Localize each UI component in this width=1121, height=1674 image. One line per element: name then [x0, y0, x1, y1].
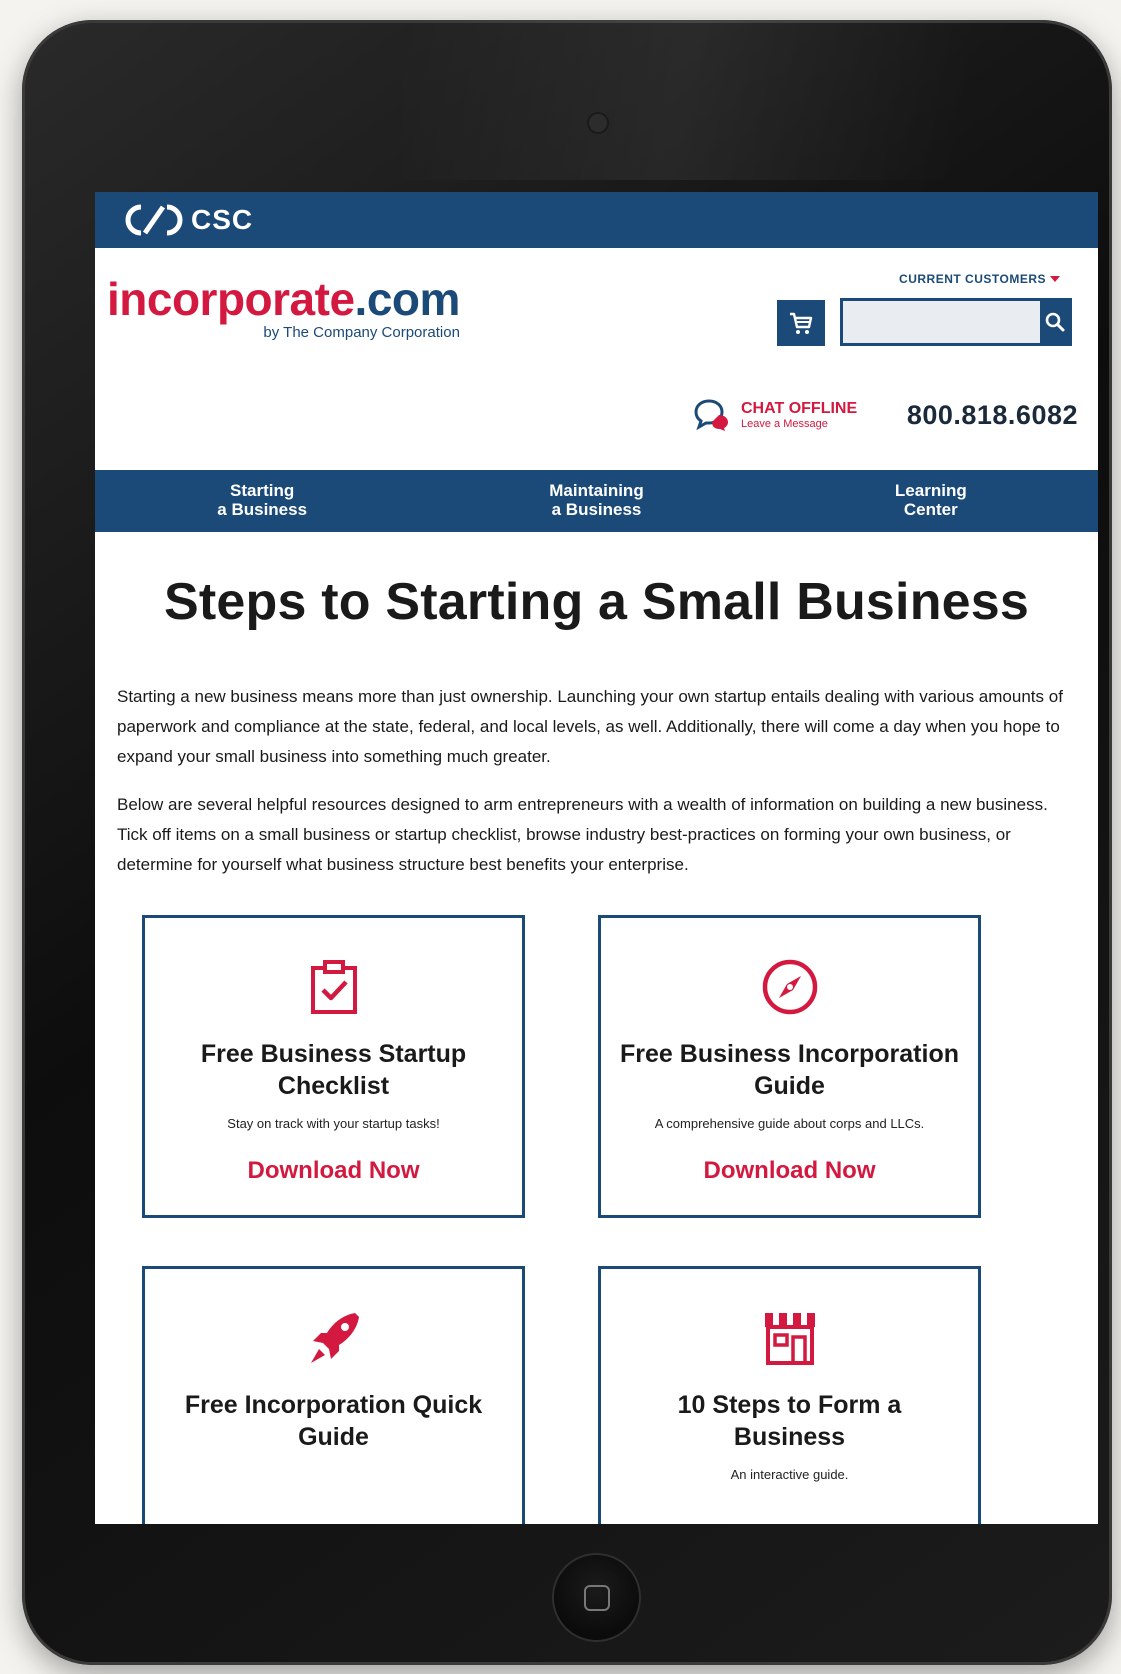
nav-item-maintaining-a-business[interactable]: Maintaining a Business	[429, 481, 763, 519]
nav-item-starting-a-business[interactable]: Starting a Business	[95, 481, 429, 519]
phone-number[interactable]: 800.818.6082	[907, 400, 1078, 431]
brand-tagline: by The Company Corporation	[263, 324, 460, 341]
card-description: Stay on track with your startup tasks!	[227, 1116, 440, 1131]
card-incorporation-guide[interactable]: Free Business Incorporation Guide A comp…	[598, 915, 981, 1218]
card-startup-checklist[interactable]: Free Business Startup Checklist Stay on …	[142, 915, 525, 1218]
csc-logo[interactable]: CSC	[123, 203, 253, 237]
tablet-sheen	[402, 20, 1102, 180]
site-header: incorporate.com by The Company Corporati…	[95, 248, 1098, 470]
brand-name-part2: .com	[354, 273, 461, 325]
cart-button[interactable]	[777, 300, 825, 346]
brand-logo[interactable]: incorporate.com by The Company Corporati…	[107, 276, 460, 341]
rocket-icon	[310, 1313, 359, 1363]
csc-logo-icon	[125, 204, 183, 236]
csc-logo-text: CSC	[191, 204, 254, 235]
download-now-link[interactable]: Download Now	[704, 1157, 876, 1185]
search-box	[840, 298, 1072, 346]
tablet-screen: CSC incorporate.com by The Company Corpo…	[95, 192, 1098, 1524]
card-10-steps[interactable]: 10 Steps to Form a Business An interacti…	[598, 1266, 981, 1524]
card-title: Free Business Startup Checklist	[200, 1040, 467, 1100]
download-now-link[interactable]: Download Now	[248, 1157, 420, 1185]
search-icon	[1045, 312, 1064, 332]
card-title: 10 Steps to Form a Business	[677, 1391, 902, 1451]
card-description: A comprehensive guide about corps and LL…	[654, 1116, 925, 1131]
csc-topbar: CSC	[95, 192, 1098, 248]
resources-paragraph: Below are several helpful resources desi…	[117, 795, 1048, 874]
compass-icon	[762, 959, 817, 1015]
front-camera	[587, 112, 609, 134]
main-nav: Starting a Business Maintaining a Busine…	[95, 470, 1098, 532]
storefront-icon	[764, 1313, 815, 1365]
card-title: Free Incorporation Quick Guide	[184, 1391, 483, 1451]
chat-text: CHAT OFFLINE Leave a Message	[741, 399, 858, 430]
home-square-icon	[584, 1585, 610, 1611]
cart-icon	[790, 312, 813, 334]
chat-widget[interactable]: CHAT OFFLINE Leave a Message	[693, 398, 857, 432]
caret-down-icon	[1050, 276, 1060, 282]
brand-name: incorporate.com	[107, 276, 460, 322]
tablet-frame: CSC incorporate.com by The Company Corpo…	[22, 20, 1112, 1665]
brand-name-part1: incorporate	[107, 273, 355, 325]
current-customers-menu[interactable]: CURRENT CUSTOMERS	[899, 272, 1060, 286]
main-content: Steps to Starting a Small Business Start…	[95, 572, 1098, 1524]
card-incorporation-quick-guide[interactable]: Free Incorporation Quick Guide	[142, 1266, 525, 1524]
nav-item-learning-center[interactable]: Learning Center	[764, 481, 1098, 519]
chat-status: CHAT OFFLINE	[741, 399, 858, 417]
resource-cards: Free Business Startup Checklist Stay on …	[117, 915, 1076, 1524]
chat-bubbles-icon	[694, 399, 728, 431]
search-input[interactable]	[843, 301, 1040, 343]
card-description: An interactive guide.	[730, 1467, 849, 1482]
page-title: Steps to Starting a Small Business	[163, 573, 1030, 631]
current-customers-label: CURRENT CUSTOMERS	[899, 272, 1046, 286]
intro-paragraph: Starting a new business means more than …	[117, 687, 1063, 766]
clipboard-check-icon	[310, 960, 357, 1014]
card-title: Free Business Incorporation Guide	[620, 1040, 959, 1100]
chat-leave-message: Leave a Message	[741, 417, 828, 430]
home-button[interactable]	[554, 1555, 639, 1640]
search-button[interactable]	[1040, 301, 1069, 343]
